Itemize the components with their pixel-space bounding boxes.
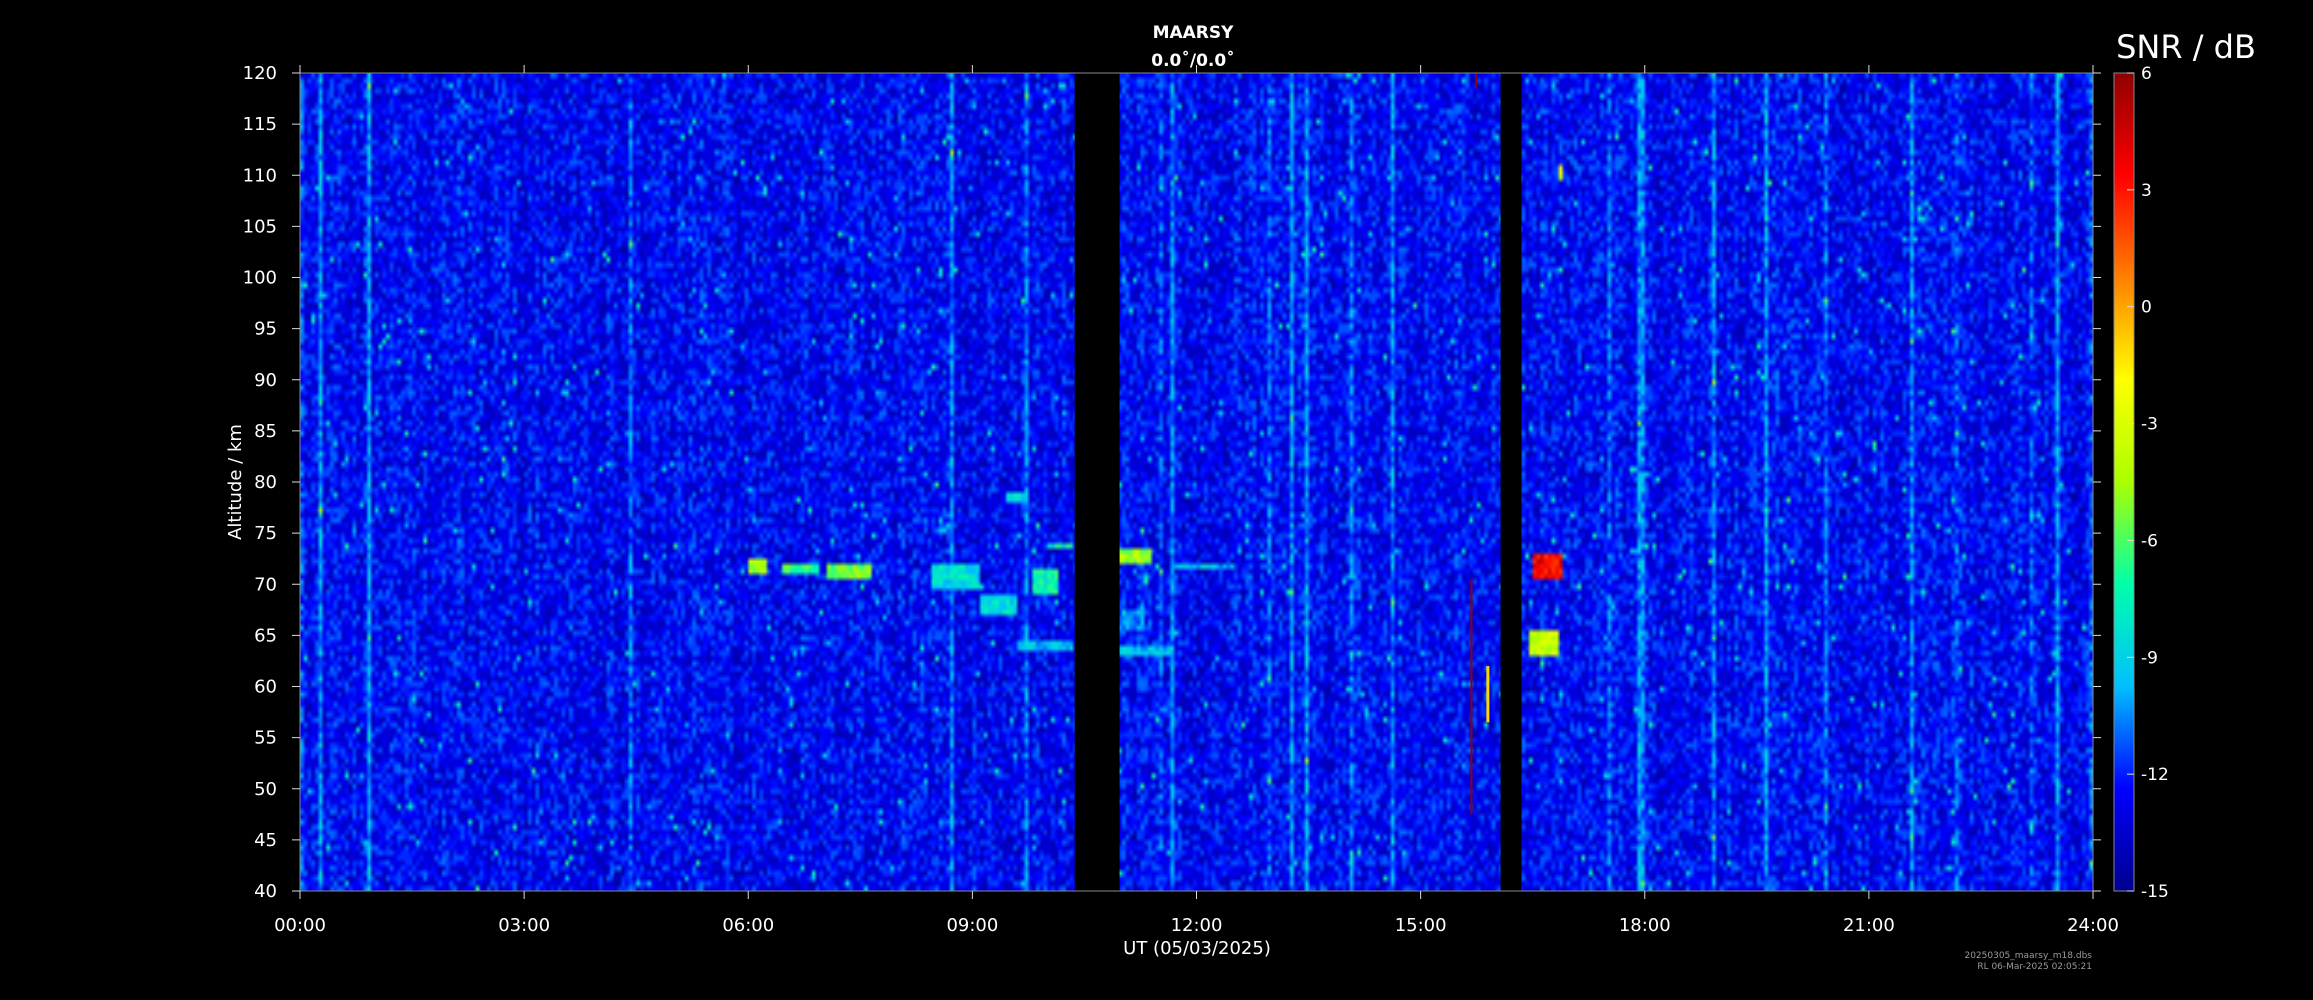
data-gap [1500, 73, 1522, 891]
y-tick-label: 95 [254, 319, 277, 340]
y-tick-label: 115 [243, 114, 277, 135]
y-tick-label: 65 [254, 625, 277, 646]
chart-subtitle: 0.0˚/0.0˚ [1151, 49, 1234, 71]
colorbar-tick-label: 3 [2141, 181, 2152, 201]
y-tick-label: 60 [254, 677, 277, 698]
x-tick-label: 03:00 [498, 915, 550, 936]
snr-heatmap [300, 73, 2093, 891]
heatmap-plot-area [300, 73, 2093, 891]
y-tick-label: 110 [243, 165, 277, 186]
colorbar-tick-label: -9 [2141, 648, 2158, 668]
y-tick-label: 75 [254, 523, 277, 544]
y-tick-label: 80 [254, 472, 277, 493]
colorbar-label: SNR / dB [2116, 28, 2256, 66]
x-tick-label: 24:00 [2067, 915, 2119, 936]
y-tick-label: 120 [243, 63, 277, 84]
x-tick-label: 06:00 [722, 915, 774, 936]
y-tick-label: 40 [254, 881, 277, 902]
maarsy-snr-chart: 00:00 03:00 06:00 09:00 12:00 15:00 18:00 21:00… [0, 0, 2313, 1000]
y-tick-label: 70 [254, 574, 277, 595]
y-axis-label: Altitude / km [225, 424, 246, 540]
x-tick-label: 21:00 [1843, 915, 1895, 936]
footer-file-name: 20250305_maarsy_m18.dbs [1964, 951, 2092, 961]
x-tick-label: 18:00 [1619, 915, 1671, 936]
footer-created: RL 06-Mar-2025 02:05:21 [1977, 962, 2092, 972]
x-tick-label: 09:00 [946, 915, 998, 936]
data-gap [1074, 73, 1120, 891]
colorbar-tick-label: -3 [2141, 415, 2158, 435]
colorbar-tick-label: 0 [2141, 298, 2152, 318]
x-axis-label: UT (05/03/2025) [1123, 938, 1271, 959]
y-tick-label: 90 [254, 370, 277, 391]
colorbar-tick-label: -12 [2141, 765, 2169, 785]
x-tick-label: 12:00 [1171, 915, 1223, 936]
colorbar-tick-label: 6 [2141, 64, 2152, 84]
x-tick-label: 15:00 [1395, 915, 1447, 936]
colorbar-tick-label: -6 [2141, 531, 2158, 551]
colorbar-gradient [2113, 72, 2135, 892]
chart-title: MAARSY [1153, 23, 1235, 43]
y-tick-label: 55 [254, 728, 277, 749]
y-tick-label: 50 [254, 779, 277, 800]
y-tick-label: 105 [243, 216, 277, 237]
colorbar-tick-label: -15 [2141, 882, 2169, 902]
y-tick-label: 45 [254, 830, 277, 851]
x-tick-label: 00:00 [274, 915, 326, 936]
y-tick-label: 85 [254, 421, 277, 442]
y-tick-label: 100 [243, 268, 277, 289]
